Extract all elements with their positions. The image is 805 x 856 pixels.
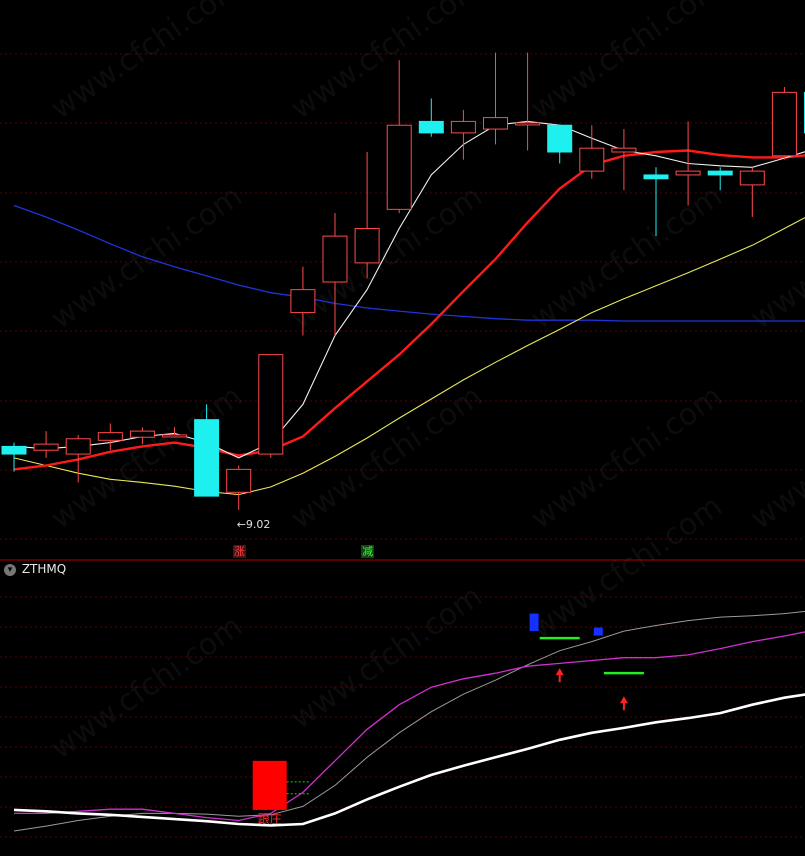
candle-body — [418, 120, 444, 134]
candle-body — [33, 443, 59, 451]
candle-body — [322, 235, 348, 283]
chart-stage: www.cfchi.com www.cfchi.com www.cfchi.com w… — [0, 0, 805, 856]
candle-body — [162, 434, 187, 438]
blue-mark — [529, 613, 539, 632]
candle-body — [386, 124, 412, 210]
blue-mark — [593, 627, 603, 636]
watermark: www.cfchi.com — [745, 179, 805, 337]
candle-body — [707, 170, 733, 176]
candle-body — [483, 117, 508, 130]
candle-body — [1, 445, 27, 455]
candle-body — [547, 124, 573, 153]
watermark: www.cfchi.com — [45, 0, 249, 127]
red-arrow-icon — [619, 696, 628, 704]
candle-body — [515, 122, 541, 126]
legend-ma13: MA13: 11.41 — [99, 562, 176, 576]
candle-body — [194, 419, 220, 497]
signal-label: 跟庄 — [258, 811, 282, 826]
watermark: www.cfchi.com — [285, 579, 489, 737]
collapse-chevron-icon[interactable]: ▾ — [4, 563, 16, 576]
indicator-name[interactable]: ZTHMQ — [22, 562, 66, 576]
signal-red-box — [252, 760, 287, 810]
candle-body — [97, 432, 123, 441]
legend-ma21: MA21: 11.64 — [176, 562, 253, 576]
tag-reduce: 减 — [361, 545, 375, 558]
legend-support: 支撑线: 11.35 — [253, 562, 332, 576]
candle-body — [450, 120, 476, 134]
candle-body — [65, 438, 91, 455]
candle-body — [258, 354, 284, 455]
watermark: www.cfchi.com — [525, 0, 729, 127]
candle-body — [771, 91, 797, 157]
candle-body — [739, 170, 765, 186]
tag-rise: 涨 — [232, 545, 246, 558]
candle-body — [643, 174, 669, 180]
low-price-label: ←9.02 — [237, 518, 271, 531]
candle-body — [290, 289, 316, 314]
candle-body — [579, 147, 605, 172]
red-arrow-icon — [555, 668, 564, 676]
candle-body — [129, 430, 155, 438]
candle-body — [675, 170, 701, 176]
watermark: www.cfchi.com — [285, 0, 489, 127]
watermark: www.cfchi.com — [285, 379, 489, 537]
watermark: www.cfchi.com — [745, 379, 805, 537]
stock-chart: www.cfchi.com www.cfchi.com www.cfchi.comw… — [0, 0, 805, 838]
candle-body — [611, 147, 637, 153]
watermark: www.cfchi.com — [525, 179, 729, 337]
watermark: www.cfchi.com — [45, 609, 249, 767]
candle-body — [226, 468, 252, 493]
indicator-header: ▾ ZTHMQ — [4, 560, 66, 578]
candle-body — [354, 227, 380, 264]
